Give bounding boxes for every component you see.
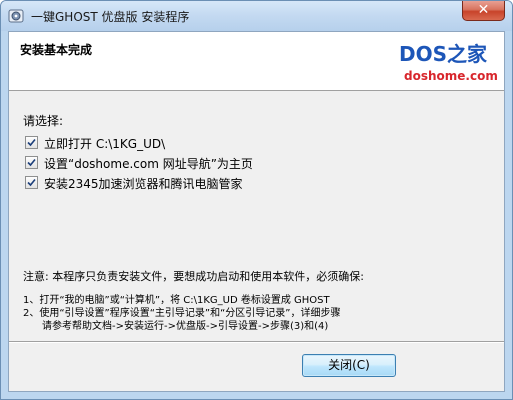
check-icon xyxy=(27,138,36,147)
set-homepage-label: 设置“doshome.com 网址导航”为主页 xyxy=(44,157,253,171)
open-folder-label: 立即打开 C:\1KG_UD\ xyxy=(44,137,166,151)
dialog-body: 安装基本完成 DOS之家 doshome.com 请选择: 立即打开 C:\1K… xyxy=(8,31,505,392)
check-icon xyxy=(27,178,36,187)
install-extras-label: 安装2345加速浏览器和腾讯电脑管家 xyxy=(44,177,243,191)
app-icon xyxy=(8,8,24,24)
window-title: 一键GHOST 优盘版 安装程序 xyxy=(31,10,190,24)
close-icon: ✕ xyxy=(477,2,490,18)
header-panel: 安装基本完成 DOS之家 doshome.com xyxy=(9,32,504,91)
set-homepage-checkbox[interactable] xyxy=(25,156,38,169)
title-bar: 一键GHOST 优盘版 安装程序 ✕ xyxy=(1,1,512,31)
brand-domain: doshome.com xyxy=(404,69,498,83)
install-extras-checkbox[interactable] xyxy=(25,176,38,189)
installer-window: 一键GHOST 优盘版 安装程序 ✕ 安装基本完成 DOS之家 doshome.… xyxy=(0,0,513,400)
options-prompt: 请选择: xyxy=(23,114,64,128)
page-title: 安装基本完成 xyxy=(20,43,93,57)
step-2-continued-text: 请参考帮助文档->安装运行->优盘版->引导设置->步骤(3)和(4) xyxy=(42,321,329,332)
window-close-button[interactable]: ✕ xyxy=(462,1,505,21)
close-button[interactable]: 关闭(C) xyxy=(302,354,396,377)
open-folder-checkbox[interactable] xyxy=(25,136,38,149)
notice-text: 注意: 本程序只负责安装文件，要想成功启动和使用本软件，必须确保: xyxy=(23,270,364,283)
check-icon xyxy=(27,158,36,167)
footer-divider xyxy=(9,341,504,343)
brand-logo: DOS之家 xyxy=(399,42,488,66)
